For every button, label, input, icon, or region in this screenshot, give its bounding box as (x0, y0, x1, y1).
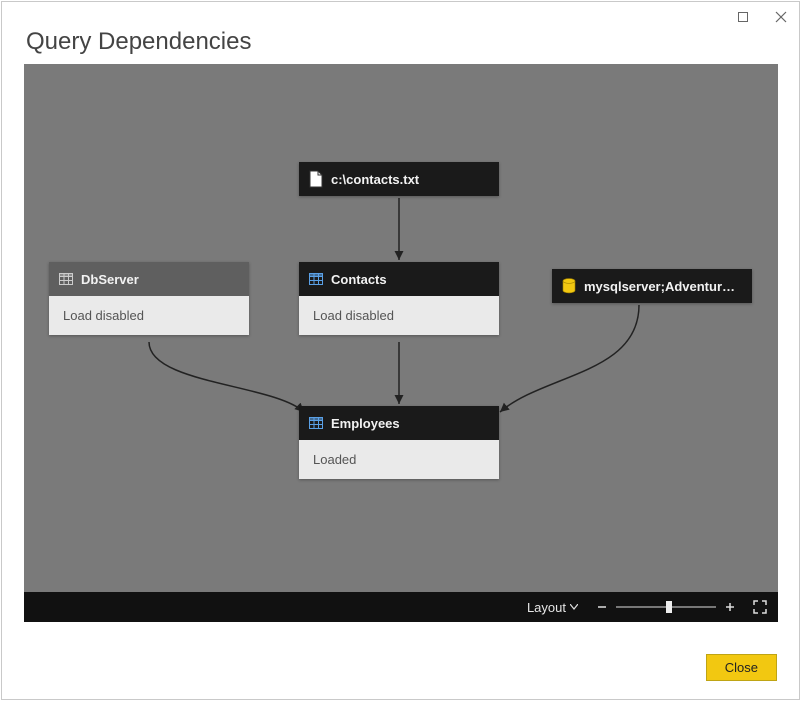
chevron-down-icon (570, 604, 578, 610)
node-contacts-file[interactable]: c:\contacts.txt (299, 162, 499, 196)
layout-dropdown[interactable]: Layout (523, 598, 582, 617)
node-status: Load disabled (299, 296, 499, 335)
fit-to-screen-button[interactable] (750, 597, 770, 617)
dependency-canvas[interactable]: c:\contacts.txt (24, 64, 778, 622)
zoom-control (594, 599, 738, 615)
node-label: c:\contacts.txt (331, 172, 489, 187)
node-label: mysqlserver;AdventureWor... (584, 279, 742, 294)
table-icon (309, 417, 323, 429)
window-close-button[interactable] (769, 5, 793, 29)
zoom-out-button[interactable] (594, 599, 610, 615)
node-dbserver[interactable]: DbServer Load disabled (49, 262, 249, 335)
slider-thumb[interactable] (666, 601, 672, 613)
node-label: Contacts (331, 272, 489, 287)
node-status: Load disabled (49, 296, 249, 335)
node-header: c:\contacts.txt (299, 162, 499, 196)
maximize-icon (737, 11, 749, 23)
table-icon (309, 273, 323, 285)
node-header: Employees (299, 406, 499, 440)
node-mysql[interactable]: mysqlserver;AdventureWor... (552, 269, 752, 303)
page-title: Query Dependencies (2, 28, 799, 64)
fit-icon (752, 599, 768, 615)
plus-icon (725, 602, 735, 612)
database-icon (562, 278, 576, 294)
node-contacts[interactable]: Contacts Load disabled (299, 262, 499, 335)
node-header: Contacts (299, 262, 499, 296)
layout-label: Layout (527, 600, 566, 615)
canvas-inner: c:\contacts.txt (24, 64, 778, 592)
file-icon (309, 170, 323, 188)
zoom-in-button[interactable] (722, 599, 738, 615)
dialog-window: Query Dependencies (1, 1, 800, 700)
minus-icon (597, 602, 607, 612)
node-header: mysqlserver;AdventureWor... (552, 269, 752, 303)
node-label: Employees (331, 416, 489, 431)
node-employees[interactable]: Employees Loaded (299, 406, 499, 479)
close-icon (775, 11, 787, 23)
close-button[interactable]: Close (706, 654, 777, 681)
node-status: Loaded (299, 440, 499, 479)
canvas-toolbar: Layout (24, 592, 778, 622)
node-label: DbServer (81, 272, 239, 287)
zoom-slider[interactable] (616, 599, 716, 615)
table-icon (59, 273, 73, 285)
dialog-footer: Close (706, 654, 777, 681)
maximize-button[interactable] (731, 5, 755, 29)
node-header: DbServer (49, 262, 249, 296)
